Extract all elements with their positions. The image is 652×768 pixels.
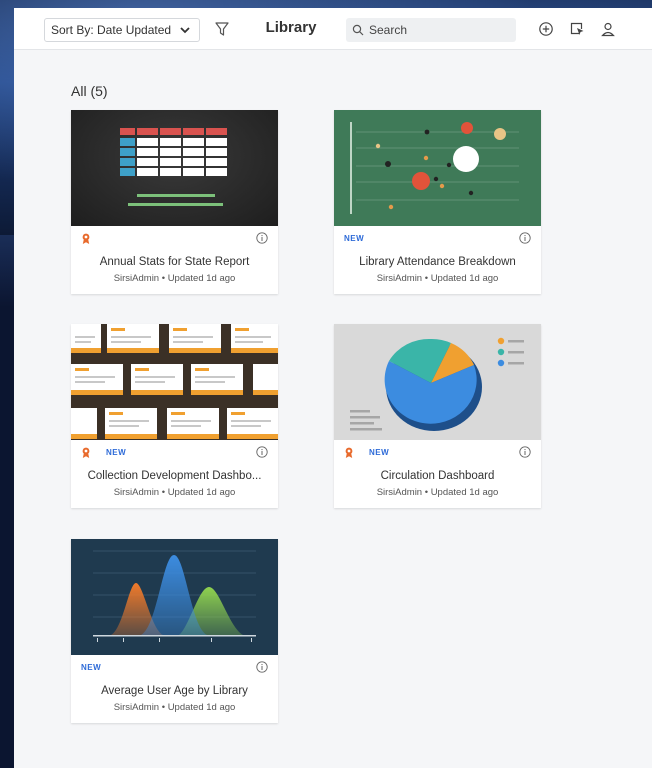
info-icon[interactable] <box>519 446 531 458</box>
certified-ribbon-icon <box>82 233 90 244</box>
select-pointer-icon[interactable] <box>569 21 585 37</box>
card-title: Collection Development Dashbo... <box>87 470 262 482</box>
card-subtitle: SirsiAdmin • Updated 1d ago <box>376 487 499 498</box>
report-card[interactable]: NEW Circulation Dashboard SirsiAdmin • U… <box>334 324 541 508</box>
search-icon <box>352 24 364 36</box>
card-subtitle: SirsiAdmin • Updated 1d ago <box>376 273 499 284</box>
report-card[interactable]: NEW Library Attendance Breakdown SirsiAd… <box>334 110 541 294</box>
new-badge: NEW <box>81 663 102 672</box>
new-badge: NEW <box>369 448 390 457</box>
sort-dropdown[interactable]: Sort By: Date Updated <box>44 18 200 42</box>
new-badge: NEW <box>344 234 365 243</box>
card-meta: NEW <box>81 446 268 460</box>
scatter-chart-thumbnail <box>334 110 541 226</box>
card-meta: NEW <box>344 446 531 460</box>
new-badge: NEW <box>106 448 127 457</box>
top-toolbar: Sort By: Date Updated Library <box>14 8 652 50</box>
info-icon[interactable] <box>256 446 268 458</box>
card-title: Library Attendance Breakdown <box>359 256 516 268</box>
card-meta <box>81 232 268 246</box>
card-meta: NEW <box>81 661 268 675</box>
page-title: Library <box>265 19 317 36</box>
report-card[interactable]: Annual Stats for State Report SirsiAdmin… <box>71 110 278 294</box>
info-icon[interactable] <box>256 232 268 244</box>
section-title: All (5) <box>71 83 108 99</box>
card-title: Circulation Dashboard <box>380 470 495 482</box>
search-input[interactable] <box>369 23 509 37</box>
chevron-down-icon <box>180 27 190 34</box>
sort-label: Sort By: Date Updated <box>51 23 172 37</box>
table-chart-thumbnail <box>71 110 278 226</box>
card-subtitle: SirsiAdmin • Updated 1d ago <box>113 487 236 498</box>
card-meta: NEW <box>344 232 531 246</box>
certified-ribbon-icon <box>345 447 353 458</box>
area-chart-thumbnail <box>71 539 278 655</box>
card-subtitle: SirsiAdmin • Updated 1d ago <box>113 273 236 284</box>
search-box[interactable] <box>346 18 516 42</box>
card-subtitle: SirsiAdmin • Updated 1d ago <box>113 702 236 713</box>
add-circle-icon[interactable] <box>538 21 554 37</box>
info-icon[interactable] <box>256 661 268 673</box>
card-title: Average User Age by Library <box>101 685 248 697</box>
filter-icon[interactable] <box>214 21 230 37</box>
card-title: Annual Stats for State Report <box>99 256 250 268</box>
library-panel: Sort By: Date Updated Library Search All… <box>14 8 652 768</box>
pie-chart-thumbnail <box>334 324 541 440</box>
user-icon[interactable] <box>600 21 616 37</box>
info-icon[interactable] <box>519 232 531 244</box>
report-card[interactable]: NEW Average User Age by Library SirsiAdm… <box>71 539 278 723</box>
report-card[interactable]: NEW Collection Development Dashbo... Sir… <box>71 324 278 508</box>
dashboard-grid-thumbnail <box>71 324 278 440</box>
certified-ribbon-icon <box>82 447 90 458</box>
